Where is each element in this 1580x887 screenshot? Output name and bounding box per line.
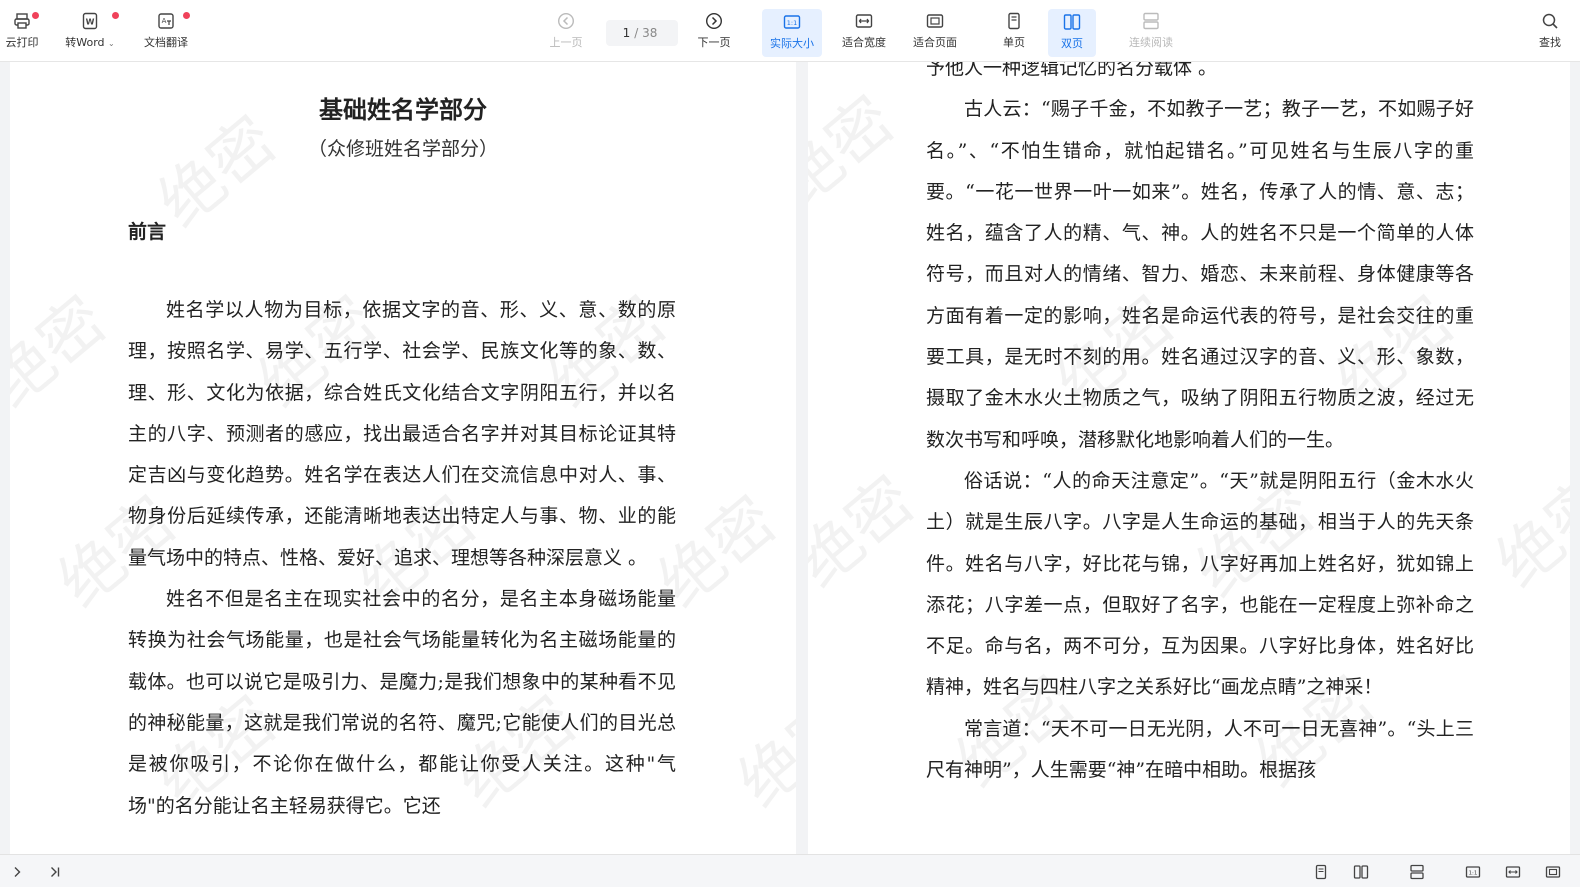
doc-translate-badge: [183, 12, 190, 19]
to-word-label: 转Word: [65, 36, 105, 49]
paragraph: 常言道：“天不可一日无光阴，人不可一日无喜神”。“头上三尺有神明”，人生需要“神…: [926, 717, 1474, 782]
prev-page-label: 上一页: [549, 36, 583, 49]
svg-text:W: W: [86, 18, 95, 27]
single-page-icon: [1003, 10, 1025, 32]
single-page-label: 单页: [1003, 36, 1025, 49]
page-number-box[interactable]: 1 / 38: [606, 20, 678, 46]
doc-translate-label: 文档翻译: [144, 36, 188, 49]
find-button[interactable]: 查找: [1532, 10, 1568, 56]
fit-page-button[interactable]: 适合页面: [906, 10, 964, 56]
expand-sidebar-icon[interactable]: [8, 863, 26, 881]
fit-width-label: 适合宽度: [842, 36, 886, 49]
to-word-button[interactable]: W 转Word ⌄: [60, 10, 120, 56]
word-icon: W: [79, 10, 101, 32]
left-circle-icon: [555, 10, 577, 32]
find-label: 查找: [1539, 36, 1561, 49]
watermark: 绝密: [1483, 463, 1570, 603]
document-subtitle: （众修班姓名学部分）: [307, 138, 498, 160]
actual-size-view-icon[interactable]: 1:1: [1464, 863, 1482, 881]
svg-text:A: A: [162, 17, 167, 25]
document-page-left: 绝密 绝密 绝密 绝密 绝密 绝密 绝密 绝密 绝密 绝密 基础姓名学部分 （众…: [10, 62, 796, 854]
paragraph: 姓名学以人物为目标，依据文字的音、形、义、意、数的原理，按照名学、易学、五行学、…: [128, 299, 676, 569]
single-page-view-icon[interactable]: [1312, 863, 1330, 881]
watermark: 绝密: [808, 463, 929, 603]
next-page-button[interactable]: 下一页: [692, 10, 736, 56]
to-word-badge: [112, 12, 119, 19]
paragraph: 俗话说：“人的命天注意定”。“天”就是阴阳五行（金木水火土）就是生辰八字。八字是…: [926, 469, 1474, 699]
cloud-print-badge: [32, 12, 39, 19]
chevron-down-icon: ⌄: [108, 39, 115, 48]
top-toolbar: 云打印 W 转Word ⌄ A 文档翻译 上一页 1 / 38 下一页 1:1: [0, 0, 1580, 62]
svg-text:1:1: 1:1: [787, 19, 797, 27]
section-heading: 前言: [128, 221, 167, 243]
printer-icon: [11, 10, 33, 32]
fit-page-label: 适合页面: [913, 36, 957, 49]
double-page-button[interactable]: 双页: [1048, 9, 1096, 57]
actual-size-label: 实际大小: [770, 37, 814, 50]
total-pages: / 38: [634, 26, 658, 40]
right-page-body: 予他人一种逻辑记忆的名分载体 。 古人云：“赐子千金，不如教子一艺；教子一艺，不…: [926, 62, 1474, 791]
search-icon: [1539, 10, 1561, 32]
fit-page-view-icon[interactable]: [1544, 863, 1562, 881]
paragraph: 姓名不但是名主在现实社会中的名分，是名主本身磁场能量转换为社会气场能量，也是社会…: [128, 588, 676, 817]
paragraph: 予他人一种逻辑记忆的名分载体 。: [926, 62, 1218, 79]
document-title: 基础姓名学部分: [319, 95, 487, 124]
fit-width-button[interactable]: 适合宽度: [836, 10, 892, 56]
current-page-input[interactable]: 1: [623, 26, 631, 40]
continuous-icon: [1140, 10, 1162, 32]
continuous-read-button[interactable]: 连续阅读: [1124, 10, 1178, 56]
document-page-right: 绝密 绝密 绝密 绝密 绝密 绝密 绝密 绝密 予他人一种逻辑记忆的名分载体 。…: [808, 62, 1570, 854]
double-page-icon: [1061, 11, 1083, 33]
fit-page-icon: [924, 10, 946, 32]
actual-size-icon: 1:1: [781, 11, 803, 33]
continuous-view-icon[interactable]: [1408, 863, 1426, 881]
watermark: 绝密: [808, 83, 909, 223]
paragraph: 古人云：“赐子千金，不如教子一艺；教子一艺，不如赐子好名。”、“不怕生错命，就怕…: [926, 98, 1474, 451]
bottom-status-bar: 1:1: [0, 854, 1580, 887]
actual-size-button[interactable]: 1:1 实际大小: [762, 9, 822, 57]
fit-width-view-icon[interactable]: [1504, 863, 1522, 881]
prev-page-button[interactable]: 上一页: [544, 10, 588, 56]
fit-width-icon: [853, 10, 875, 32]
double-page-label: 双页: [1061, 37, 1083, 50]
left-page-body: 姓名学以人物为目标，依据文字的音、形、义、意、数的原理，按照名学、易学、五行学、…: [128, 290, 676, 827]
double-page-view-icon[interactable]: [1352, 863, 1370, 881]
last-page-icon[interactable]: [46, 863, 64, 881]
watermark: 绝密: [10, 283, 121, 423]
cloud-print-label: 云打印: [5, 36, 39, 49]
continuous-label: 连续阅读: [1129, 36, 1173, 49]
translate-icon: A: [155, 10, 177, 32]
right-circle-icon: [703, 10, 725, 32]
watermark: 绝密: [725, 683, 796, 823]
svg-text:1:1: 1:1: [1469, 871, 1478, 877]
next-page-label: 下一页: [697, 36, 731, 49]
single-page-button[interactable]: 单页: [996, 10, 1032, 56]
